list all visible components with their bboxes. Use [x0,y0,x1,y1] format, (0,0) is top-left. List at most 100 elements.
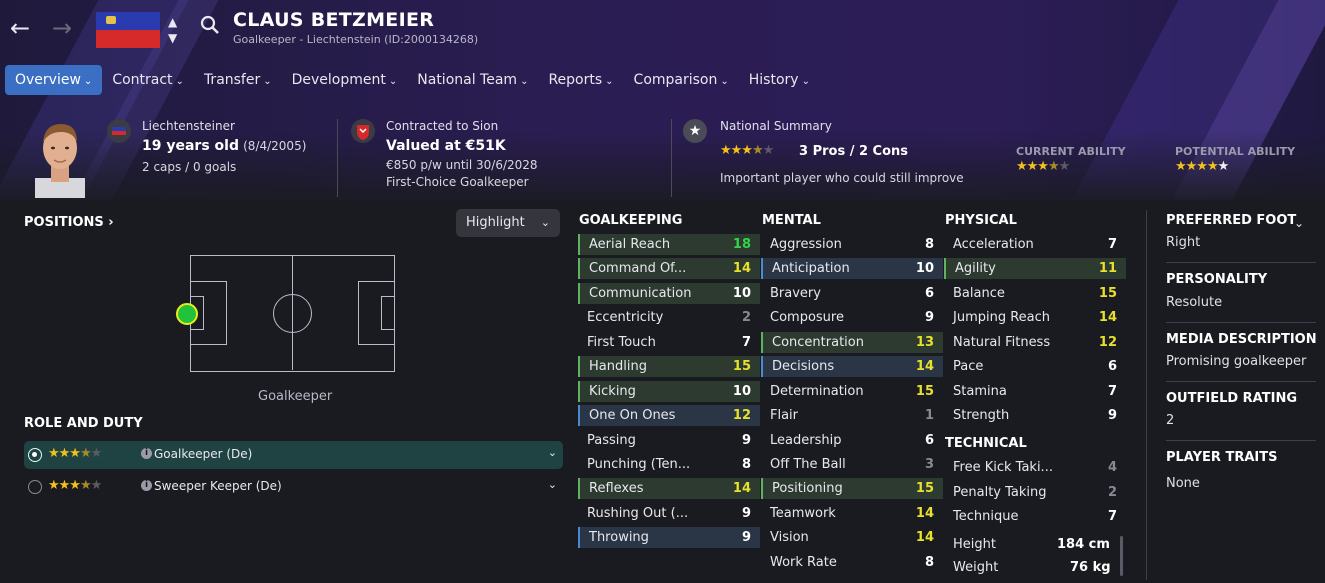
personality-value: Resolute [1166,295,1223,310]
player-value: Valued at €51K [386,138,506,154]
player-avatar [33,118,87,198]
chevron-down-icon[interactable]: ⌄ [548,446,557,459]
highlight-dropdown[interactable]: Highlight ⌄ [456,209,560,237]
player-traits-value: None [1166,476,1200,491]
tab-contract[interactable]: Contract ⌄ [102,65,194,95]
player-traits-title: PLAYER TRAITS [1166,450,1278,465]
divider [1166,381,1316,382]
contract-label[interactable]: Contracted to Sion [386,119,498,133]
radio-button[interactable] [28,480,42,494]
star-badge-icon: ★ [683,119,707,143]
role-label: Sweeper Keeper (De) [154,479,282,493]
tab-reports[interactable]: Reports ⌄ [538,65,623,95]
media-description-title: MEDIA DESCRIPTION [1166,332,1317,347]
radio-button[interactable] [28,448,42,462]
attribute-row[interactable]: Technique 7 [944,506,1126,527]
height-value: 184 cm [1057,537,1110,552]
divider [1166,440,1316,441]
attribute-row[interactable]: Balance 15 [944,283,1126,304]
attribute-row[interactable]: Strength 9 [944,405,1126,426]
chevron-up-icon[interactable]: ▲ [168,14,177,30]
club-badge-icon [351,119,375,143]
attribute-row[interactable]: Positioning 15 [761,478,943,499]
scrollbar[interactable] [1120,536,1123,576]
attribute-row[interactable]: Flair 1 [761,405,943,426]
back-arrow-icon[interactable]: ← [10,14,30,42]
potential-ability-label: POTENTIAL ABILITY [1175,145,1296,158]
weight-label: Weight [953,560,999,575]
attribute-row[interactable]: Decisions 14 [761,356,943,377]
tab-comparison[interactable]: Comparison ⌄ [624,65,739,95]
role-row-sweeper-keeper[interactable]: ★★★★★ i Sweeper Keeper (De) ⌄ [24,473,563,501]
tab-overview[interactable]: Overview ⌄ [5,65,103,95]
player-switch-arrows[interactable]: ▲ ▼ [168,14,177,46]
attribute-row[interactable]: Aerial Reach 18 [578,234,760,255]
attribute-row[interactable]: Acceleration 7 [944,234,1126,255]
potential-ability-stars: ★★★★★ [1175,159,1229,174]
player-name: CLAUS BETZMEIER [233,9,435,31]
chevron-down-icon[interactable]: ⌄ [548,478,557,491]
search-icon[interactable] [199,14,221,40]
attribute-row[interactable]: Rushing Out (... 9 [578,503,760,524]
attribute-row[interactable]: Pace 6 [944,356,1126,377]
attribute-row[interactable]: Jumping Reach 14 [944,307,1126,328]
attribute-row[interactable]: Determination 15 [761,381,943,402]
forward-arrow-icon[interactable]: → [52,14,72,42]
attribute-row[interactable]: Anticipation 10 [761,258,943,279]
attribute-row[interactable]: Vision 14 [761,527,943,548]
attribute-row[interactable]: One On Ones 12 [578,405,760,426]
attribute-row[interactable]: Eccentricity 2 [578,307,760,328]
attribute-row[interactable]: Throwing 9 [578,527,760,548]
current-ability-label: CURRENT ABILITY [1016,145,1126,158]
tab-development[interactable]: Development ⌄ [282,65,408,95]
attribute-row[interactable]: Agility 11 [944,258,1126,279]
nationality-flag-badge [107,119,131,143]
attribute-row[interactable]: Aggression 8 [761,234,943,255]
attribute-row[interactable]: Stamina 7 [944,381,1126,402]
age-line: 19 years old (8/4/2005) [142,138,306,154]
chevron-down-icon[interactable]: ⌄ [1294,216,1304,230]
divider [337,119,338,197]
attribute-row[interactable]: Free Kick Taki... 4 [944,457,1126,478]
attribute-row[interactable]: Work Rate 8 [761,552,943,573]
attribute-row[interactable]: Natural Fitness 12 [944,332,1126,353]
attribute-row[interactable]: Handling 15 [578,356,760,377]
attribute-row[interactable]: Kicking 10 [578,381,760,402]
attribute-row[interactable]: Concentration 13 [761,332,943,353]
tab-transfer[interactable]: Transfer ⌄ [194,65,282,95]
date-of-birth: (8/4/2005) [243,139,307,153]
outfield-rating-value: 2 [1166,413,1175,428]
pitch-diagram [190,255,395,372]
height-label: Height [953,537,996,552]
age: 19 years old [142,138,239,154]
highlight-label: Highlight [466,215,525,230]
attribute-row[interactable]: Teamwork 14 [761,503,943,524]
attribute-row[interactable]: Reflexes 14 [578,478,760,499]
divider [1146,210,1147,580]
chevron-down-icon[interactable]: ▼ [168,30,177,46]
divider [671,119,672,197]
outfield-rating-title: OUTFIELD RATING [1166,391,1297,406]
role-label: Goalkeeper (De) [154,447,253,461]
goalkeeper-position-marker[interactable] [176,303,198,325]
nationality-label: Liechtensteiner [142,119,235,133]
attribute-row[interactable]: Off The Ball 3 [761,454,943,475]
attribute-row[interactable]: Communication 10 [578,283,760,304]
attribute-row[interactable]: Leadership 6 [761,430,943,451]
attribute-row[interactable]: Passing 9 [578,430,760,451]
attribute-row[interactable]: Penalty Taking 2 [944,482,1126,503]
player-subtitle: Goalkeeper - Liechtenstein (ID:200013426… [233,33,479,46]
info-icon[interactable]: i [141,480,152,491]
position-label: Goalkeeper [258,389,333,404]
attribute-row[interactable]: Bravery 6 [761,283,943,304]
attribute-row[interactable]: Composure 9 [761,307,943,328]
pros-cons: 3 Pros / 2 Cons [799,144,909,159]
attribute-row[interactable]: Punching (Ten... 8 [578,454,760,475]
attribute-row[interactable]: Command Of... 14 [578,258,760,279]
info-icon[interactable]: i [141,448,152,459]
tab-national-team[interactable]: National Team ⌄ [407,65,538,95]
tab-history[interactable]: History ⌄ [739,65,820,95]
attribute-row[interactable]: First Touch 7 [578,332,760,353]
role-row-goalkeeper[interactable]: ★★★★★ i Goalkeeper (De) ⌄ [24,441,563,469]
positions-title[interactable]: POSITIONS › [24,215,114,230]
